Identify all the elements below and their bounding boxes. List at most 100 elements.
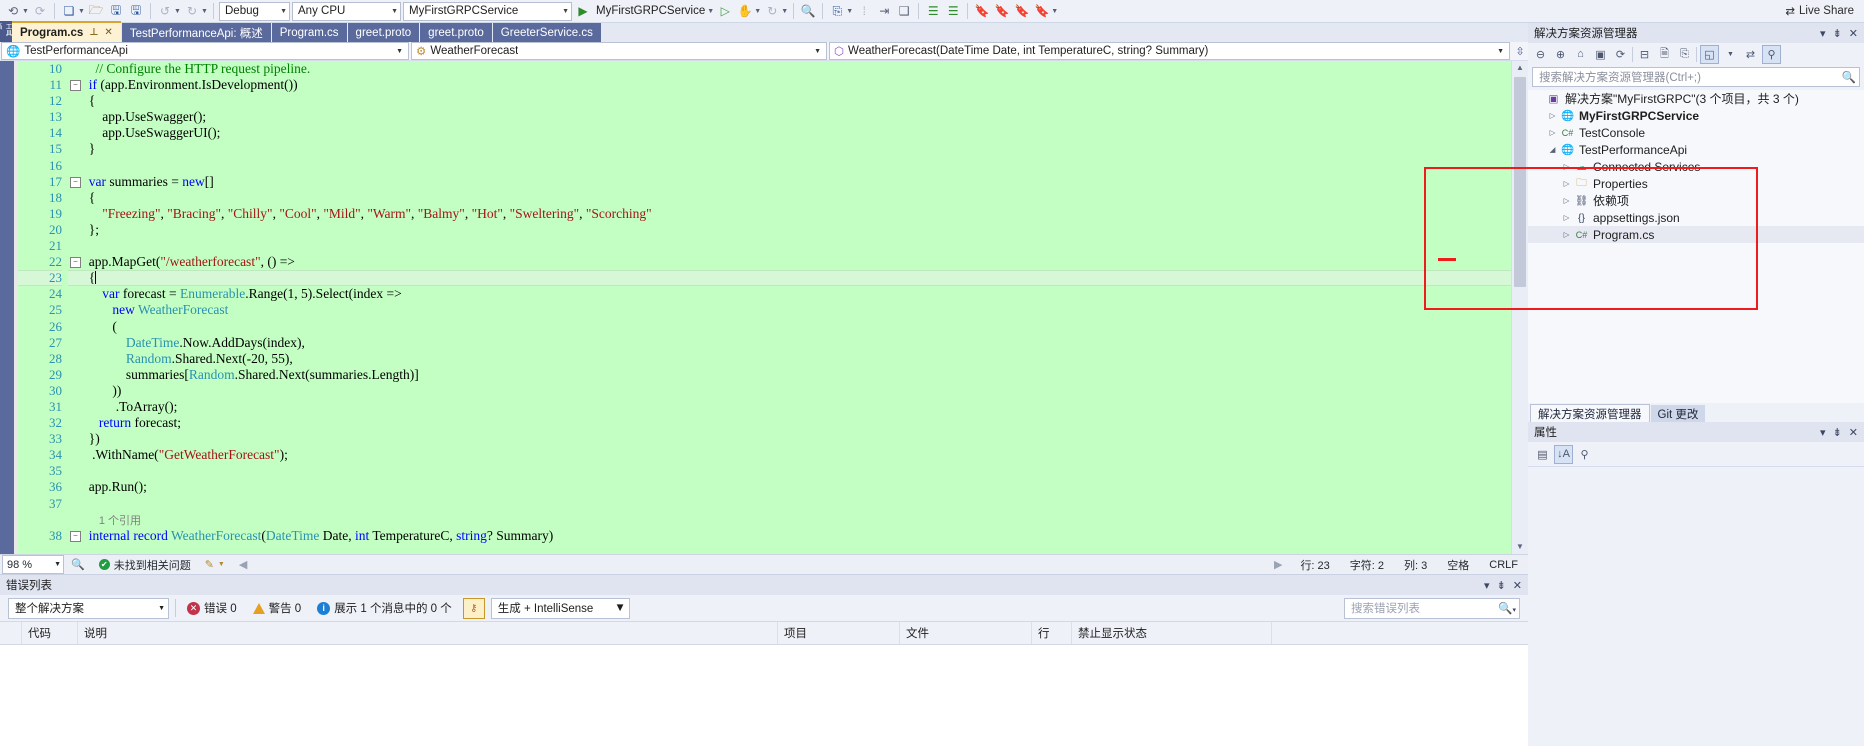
hscroll-left-arrow-icon[interactable]: ◀ <box>232 558 254 571</box>
pin-icon[interactable]: ⇟ <box>1833 426 1842 439</box>
back-icon[interactable]: ⊖ <box>1532 46 1549 63</box>
tree-item[interactable]: ▷ 🗀 Properties <box>1528 175 1864 192</box>
code-line[interactable]: } <box>68 141 1511 157</box>
line-ending-indicator[interactable]: CRLF <box>1479 559 1528 571</box>
collapsed-arrow-icon[interactable]: ▷ <box>1546 128 1559 137</box>
redo-chevron-icon[interactable]: ▼ <box>201 8 208 15</box>
close-icon[interactable]: ✕ <box>1849 426 1858 439</box>
step-dotted-icon[interactable]: ⁞ <box>855 2 873 20</box>
document-tab[interactable]: TestPerformanceApi: 概述 <box>121 23 271 42</box>
code-line[interactable]: { <box>68 93 1511 109</box>
code-text-area[interactable]: // Configure the HTTP request pipeline. −… <box>68 61 1511 554</box>
panel-dropdown-icon[interactable]: ▾ <box>1484 579 1490 592</box>
error-column-header[interactable]: 项目 <box>778 622 900 644</box>
code-line[interactable]: .WithName("GetWeatherForecast"); <box>68 447 1511 463</box>
editor-vertical-scrollbar[interactable]: ▲ ▼ <box>1511 61 1528 554</box>
solution-tree[interactable]: ▣ 解决方案"MyFirstGRPC"(3 个项目，共 3 个) ▷ 🌐 MyFirst… <box>1528 90 1864 403</box>
bookmark-icon[interactable]: 🔖 <box>973 2 991 20</box>
start-without-debug-icon[interactable]: ▷ <box>716 2 734 20</box>
close-icon[interactable]: ✕ <box>1849 27 1858 40</box>
intellicode-icon[interactable]: ✎ ▼ <box>198 558 232 571</box>
error-column-header[interactable]: 禁止显示状态 <box>1072 622 1272 644</box>
messages-filter-button[interactable]: i 展示 1 个消息中的 0 个 <box>312 600 457 616</box>
redo-icon[interactable]: ↻ <box>183 2 201 20</box>
alphabetical-icon[interactable]: ↓A <box>1554 444 1573 464</box>
properties-grid[interactable] <box>1528 467 1864 746</box>
build-filter-combo[interactable]: 生成 + IntelliSense ▼ <box>490 597 630 619</box>
scroll-down-arrow-icon[interactable]: ▼ <box>1516 540 1524 554</box>
code-line[interactable] <box>68 463 1511 479</box>
step-chevron-icon[interactable]: ▼ <box>846 8 853 15</box>
code-line[interactable] <box>68 158 1511 174</box>
pause-icon[interactable]: ✋ <box>736 2 754 20</box>
collapse-all-icon[interactable]: ⊟ <box>1636 46 1653 63</box>
error-column-header[interactable] <box>0 622 22 644</box>
chevron-down-icon[interactable]: ▼ <box>1722 46 1739 63</box>
clear-bookmarks-icon[interactable]: 🔖 <box>1033 2 1051 20</box>
code-line[interactable]: new WeatherForecast <box>68 302 1511 318</box>
startup-project-combo[interactable]: MyFirstGRPCService ▼ <box>403 1 572 21</box>
navigate-back-chevron-icon[interactable]: ▼ <box>22 8 29 15</box>
code-line[interactable]: "Freezing", "Bracing", "Chilly", "Cool",… <box>68 206 1511 222</box>
undo-icon[interactable]: ↺ <box>156 2 174 20</box>
code-line[interactable]: − internal record WeatherForecast(DateTi… <box>68 528 1511 544</box>
document-tab[interactable]: Program.cs ⊥ ✕ <box>12 21 121 42</box>
code-line[interactable]: .ToArray(); <box>68 399 1511 415</box>
scroll-up-arrow-icon[interactable]: ▲ <box>1516 61 1524 75</box>
collapse-icon[interactable]: − <box>70 530 81 542</box>
new-item-chevron-icon[interactable]: ▼ <box>78 8 85 15</box>
bookmark-chevron-icon[interactable]: ▼ <box>1051 8 1058 15</box>
pin-icon[interactable]: ⇟ <box>1497 579 1506 592</box>
tree-item[interactable]: ▷ C# Program.cs <box>1528 226 1864 243</box>
step-over-icon[interactable]: ❑ <box>895 2 913 20</box>
uncomment-icon[interactable]: ☰ <box>944 2 962 20</box>
code-line[interactable]: ( <box>68 319 1511 335</box>
code-line[interactable]: app.UseSwaggerUI(); <box>68 125 1511 141</box>
panel-dropdown-icon[interactable]: ▾ <box>1820 27 1826 40</box>
code-line[interactable]: app.Run(); <box>68 479 1511 495</box>
categorized-icon[interactable]: ▤ <box>1534 446 1551 463</box>
new-item-icon[interactable]: ❏ <box>60 2 78 20</box>
tree-item[interactable]: ▷ 🌐 MyFirstGRPCService <box>1528 107 1864 124</box>
collapsed-arrow-icon[interactable]: ▷ <box>1560 213 1573 222</box>
panel-dropdown-icon[interactable]: ▾ <box>1820 426 1826 439</box>
code-line[interactable]: Random.Shared.Next(-20, 55), <box>68 351 1511 367</box>
step-into-icon[interactable]: ⇥ <box>875 2 893 20</box>
collapse-icon[interactable]: − <box>70 257 81 269</box>
forward-icon[interactable]: ⊕ <box>1552 46 1569 63</box>
error-column-header[interactable]: 文件 <box>900 622 1032 644</box>
configuration-combo[interactable]: Debug ▼ <box>219 1 290 21</box>
zoom-level-combo[interactable]: 98 % ▼ <box>2 555 64 574</box>
code-line[interactable] <box>68 496 1511 512</box>
code-line[interactable]: − var summaries = new[] <box>68 174 1511 190</box>
attach-process-icon[interactable]: 🔍 <box>799 2 817 20</box>
code-line[interactable]: return forecast; <box>68 415 1511 431</box>
collapse-icon[interactable]: − <box>70 80 81 92</box>
code-line[interactable]: DateTime.Now.AddDays(index), <box>68 335 1511 351</box>
error-column-header[interactable]: 说明 <box>78 622 778 644</box>
collapsed-arrow-icon[interactable]: ▷ <box>1560 196 1573 205</box>
pin-icon[interactable]: ⇟ <box>1833 27 1842 40</box>
code-line[interactable]: { <box>68 190 1511 206</box>
close-icon[interactable]: ✕ <box>1513 579 1522 592</box>
pause-chevron-icon[interactable]: ▼ <box>754 8 761 15</box>
toolbox-vertical-tab[interactable]: 工具箱 <box>0 21 12 42</box>
error-scope-combo[interactable]: 整个解决方案 ▼ <box>8 597 169 619</box>
prev-bookmark-icon[interactable]: 🔖 <box>993 2 1011 20</box>
run-target-label[interactable]: MyFirstGRPCService <box>594 5 707 17</box>
code-line[interactable]: // Configure the HTTP request pipeline. <box>68 61 1511 77</box>
tree-item[interactable]: ▣ 解决方案"MyFirstGRPC"(3 个项目，共 3 个) <box>1528 90 1864 107</box>
refresh-icon[interactable]: ⟳ <box>1612 46 1629 63</box>
code-editor[interactable]: 10 11 12 13 14 15 16 17 18 19 20 21 22 23 24 25 26 27 28 29… <box>0 61 1528 554</box>
document-tab[interactable]: greet.proto <box>420 23 492 42</box>
code-line[interactable] <box>68 238 1511 254</box>
split-editor-icon[interactable]: ⇳ <box>1512 45 1528 58</box>
undo-chevron-icon[interactable]: ▼ <box>174 8 181 15</box>
scrollbar-thumb[interactable] <box>1514 77 1526 287</box>
error-column-header[interactable]: 代码 <box>22 622 78 644</box>
start-debug-icon[interactable]: ▶ <box>574 2 592 20</box>
navbar-type-dropdown[interactable]: ⚙ WeatherForecast ▼ <box>411 42 827 60</box>
preview-icon[interactable]: ◱ <box>1700 44 1719 64</box>
restart-icon[interactable]: ↻ <box>763 2 781 20</box>
issue-navigation-icon[interactable]: 🔍 <box>64 558 92 571</box>
